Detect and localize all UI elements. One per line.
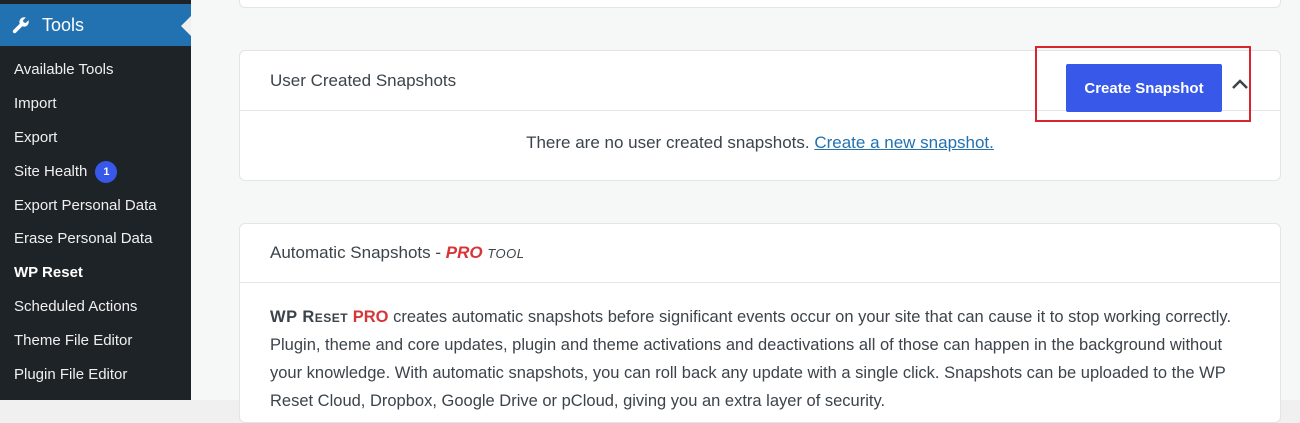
create-new-snapshot-link[interactable]: Create a new snapshot. xyxy=(814,133,994,152)
submenu-item-export-personal-data[interactable]: Export Personal Data xyxy=(0,188,191,222)
user-snapshots-empty: There are no user created snapshots. Cre… xyxy=(240,111,1280,153)
submenu-item-available-tools[interactable]: Available Tools xyxy=(0,52,191,86)
create-snapshot-button[interactable]: Create Snapshot xyxy=(1066,64,1222,112)
sidebar-menu-tools[interactable]: Tools xyxy=(0,4,191,46)
brand-pro: PRO xyxy=(352,308,389,326)
automatic-snapshots-description: WP Reset PRO creates automatic snapshots… xyxy=(240,283,1280,415)
submenu-item-import[interactable]: Import xyxy=(0,86,191,120)
submenu-item-theme-file-editor[interactable]: Theme File Editor xyxy=(0,323,191,357)
tools-submenu: Available Tools Import Export Site Healt… xyxy=(0,52,191,391)
wrench-icon xyxy=(10,14,32,36)
update-count-badge: 1 xyxy=(95,160,118,183)
current-menu-arrow xyxy=(181,16,191,36)
automatic-snapshots-title: Automatic Snapshots - PRO TOOL xyxy=(270,243,525,262)
chevron-up-icon[interactable] xyxy=(1229,73,1251,95)
pro-label: PRO xyxy=(445,243,483,262)
submenu-item-export[interactable]: Export xyxy=(0,120,191,154)
submenu-item-site-health[interactable]: Site Health 1 xyxy=(0,154,191,188)
brand-name: WP Reset xyxy=(270,308,349,326)
submenu-item-scheduled-actions[interactable]: Scheduled Actions xyxy=(0,289,191,323)
submenu-item-plugin-file-editor[interactable]: Plugin File Editor xyxy=(0,357,191,391)
submenu-item-wp-reset[interactable]: WP Reset xyxy=(0,255,191,289)
user-snapshots-title: User Created Snapshots xyxy=(270,70,457,90)
sidebar-section-title: Tools xyxy=(42,14,85,35)
previous-card xyxy=(239,0,1281,8)
user-snapshots-card: User Created Snapshots Create Snapshot T… xyxy=(239,50,1281,181)
tool-label: TOOL xyxy=(487,246,525,261)
description-text: creates automatic snapshots before signi… xyxy=(270,308,1232,410)
automatic-snapshots-header: Automatic Snapshots - PRO TOOL xyxy=(240,224,1280,283)
empty-message: There are no user created snapshots. xyxy=(526,133,810,152)
main-content: User Created Snapshots Create Snapshot T… xyxy=(191,0,1300,423)
automatic-snapshots-card: Automatic Snapshots - PRO TOOL WP Reset … xyxy=(239,223,1281,423)
admin-sidebar: Tools Available Tools Import Export Site… xyxy=(0,0,191,400)
submenu-item-erase-personal-data[interactable]: Erase Personal Data xyxy=(0,221,191,255)
